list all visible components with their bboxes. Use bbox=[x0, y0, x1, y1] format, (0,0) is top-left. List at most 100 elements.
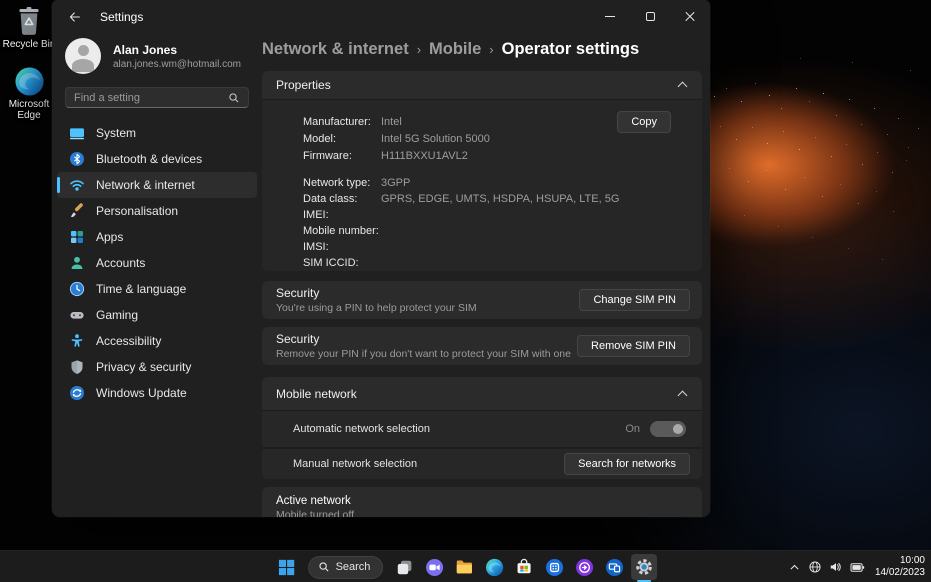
minimize-icon bbox=[605, 16, 615, 17]
mobile-network-title: Mobile network bbox=[276, 387, 357, 401]
back-button[interactable] bbox=[60, 5, 90, 29]
prop-label: Manufacturer: bbox=[303, 116, 381, 128]
taskbar-search-label: Search bbox=[336, 561, 371, 573]
sidebar-item-privacy-security[interactable]: Privacy & security bbox=[57, 354, 257, 380]
prop-label: IMSI: bbox=[303, 241, 381, 253]
sidebar-item-windows-update[interactable]: Windows Update bbox=[57, 380, 257, 406]
settings-window: Settings Alan Jones alan.jones.wm@hotmai… bbox=[52, 0, 710, 517]
user-name: Alan Jones bbox=[113, 43, 241, 57]
sidebar-item-label: Personalisation bbox=[96, 204, 178, 218]
change-sim-pin-button[interactable]: Change SIM PIN bbox=[579, 289, 690, 311]
sidebar-item-label: Gaming bbox=[96, 308, 138, 322]
properties-expander-header[interactable]: Properties bbox=[262, 71, 702, 100]
widgets-app-button[interactable] bbox=[541, 554, 567, 580]
prop-label: SIM ICCID: bbox=[303, 257, 381, 269]
mobile-network-expander-header[interactable]: Mobile network bbox=[262, 377, 702, 411]
file-explorer-icon bbox=[455, 558, 473, 576]
battery-icon[interactable] bbox=[850, 561, 865, 574]
search-icon bbox=[318, 561, 330, 573]
sidebar-item-system[interactable]: System bbox=[57, 120, 257, 146]
task-view-button[interactable] bbox=[391, 554, 417, 580]
clock[interactable]: 10:00 14/02/2023 bbox=[875, 555, 925, 579]
taskbar-search[interactable]: Search bbox=[308, 556, 384, 579]
remove-sim-pin-button[interactable]: Remove SIM PIN bbox=[577, 335, 690, 357]
security-change-pin-card: Security You're using a PIN to help prot… bbox=[262, 281, 702, 319]
page-title: Operator settings bbox=[502, 40, 640, 59]
edge-icon bbox=[2, 66, 56, 97]
titlebar: Settings bbox=[52, 0, 710, 33]
system-tray: 10:00 14/02/2023 bbox=[788, 551, 925, 582]
sidebar-item-apps[interactable]: Apps bbox=[57, 224, 257, 250]
wallpaper-stars bbox=[0, 0, 1, 1]
blue-app-icon bbox=[545, 558, 564, 577]
get-started-icon bbox=[575, 558, 594, 577]
wifi-icon bbox=[69, 177, 85, 193]
prop-label: Data class: bbox=[303, 193, 381, 205]
microsoft-store-button[interactable] bbox=[511, 554, 537, 580]
network-globe-icon[interactable] bbox=[808, 560, 822, 574]
breadcrumb-mobile[interactable]: Mobile bbox=[429, 40, 481, 59]
search-input[interactable] bbox=[74, 92, 228, 104]
edge-button[interactable] bbox=[481, 554, 507, 580]
sidebar-item-accessibility[interactable]: Accessibility bbox=[57, 328, 257, 354]
active-network-card: Active network Mobile turned off bbox=[262, 487, 702, 517]
automatic-network-toggle[interactable] bbox=[650, 421, 686, 437]
prop-value: GPRS, EDGE, UMTS, HSDPA, HSUPA, LTE, 5G bbox=[381, 193, 619, 205]
desktop-icon-recycle-bin[interactable]: Recycle Bin bbox=[2, 5, 56, 50]
sidebar-item-time-language[interactable]: Time & language bbox=[57, 276, 257, 302]
security-remove-pin-card: Security Remove your PIN if you don't wa… bbox=[262, 327, 702, 365]
sidebar-item-personalisation[interactable]: Personalisation bbox=[57, 198, 257, 224]
main-pane: Network & internet › Mobile › Operator s… bbox=[262, 33, 710, 517]
manual-network-selection-row: Manual network selection Search for netw… bbox=[262, 449, 702, 479]
tray-date: 14/02/2023 bbox=[875, 567, 925, 579]
chevron-up-icon bbox=[678, 390, 688, 400]
copy-button[interactable]: Copy bbox=[617, 111, 671, 133]
update-icon bbox=[69, 385, 85, 401]
sidebar-item-label: Privacy & security bbox=[96, 360, 191, 374]
gamepad-icon bbox=[69, 307, 85, 323]
desktop-icon-microsoft-edge[interactable]: Microsoft Edge bbox=[2, 66, 56, 121]
search-icon bbox=[228, 92, 240, 104]
volume-icon[interactable] bbox=[829, 560, 843, 574]
apps-icon bbox=[69, 229, 85, 245]
system-icon bbox=[69, 125, 85, 141]
back-arrow-icon bbox=[68, 10, 82, 24]
chat-button[interactable] bbox=[421, 554, 447, 580]
sidebar-item-label: Network & internet bbox=[96, 178, 195, 192]
chat-icon bbox=[425, 558, 444, 577]
store-icon bbox=[515, 558, 533, 576]
paintbrush-icon bbox=[69, 203, 85, 219]
file-explorer-button[interactable] bbox=[451, 554, 477, 580]
avatar bbox=[65, 38, 101, 74]
edge-icon bbox=[485, 558, 504, 577]
settings-search-box[interactable] bbox=[65, 87, 249, 108]
search-for-networks-button[interactable]: Search for networks bbox=[564, 453, 690, 475]
sidebar-item-gaming[interactable]: Gaming bbox=[57, 302, 257, 328]
prop-label: Firmware: bbox=[303, 150, 381, 162]
tray-time: 10:00 bbox=[875, 555, 925, 567]
close-icon bbox=[684, 11, 696, 23]
hidden-icons-chevron-icon[interactable] bbox=[788, 561, 801, 574]
close-button[interactable] bbox=[670, 0, 710, 33]
prop-value: Intel 5G Solution 5000 bbox=[381, 133, 490, 145]
automatic-network-selection-row: Automatic network selection On bbox=[262, 411, 702, 447]
phone-link-button[interactable] bbox=[601, 554, 627, 580]
settings-app-button[interactable] bbox=[631, 554, 657, 580]
automatic-network-selection-label: Automatic network selection bbox=[293, 423, 430, 435]
sidebar: Alan Jones alan.jones.wm@hotmail.com Sys… bbox=[52, 33, 262, 517]
breadcrumb: Network & internet › Mobile › Operator s… bbox=[262, 38, 702, 60]
breadcrumb-network-internet[interactable]: Network & internet bbox=[262, 40, 409, 59]
sidebar-item-bluetooth-devices[interactable]: Bluetooth & devices bbox=[57, 146, 257, 172]
sidebar-item-accounts[interactable]: Accounts bbox=[57, 250, 257, 276]
active-network-subtitle: Mobile turned off bbox=[276, 509, 688, 517]
user-profile[interactable]: Alan Jones alan.jones.wm@hotmail.com bbox=[65, 38, 262, 74]
minimize-button[interactable] bbox=[590, 0, 630, 33]
settings-gear-icon bbox=[635, 558, 653, 576]
start-button[interactable] bbox=[274, 554, 300, 580]
sidebar-item-label: Accessibility bbox=[96, 334, 161, 348]
maximize-button[interactable] bbox=[630, 0, 670, 33]
toggle-knob bbox=[673, 424, 683, 434]
get-started-button[interactable] bbox=[571, 554, 597, 580]
prop-value: 3GPP bbox=[381, 177, 410, 189]
sidebar-item-network-internet[interactable]: Network & internet bbox=[57, 172, 257, 198]
